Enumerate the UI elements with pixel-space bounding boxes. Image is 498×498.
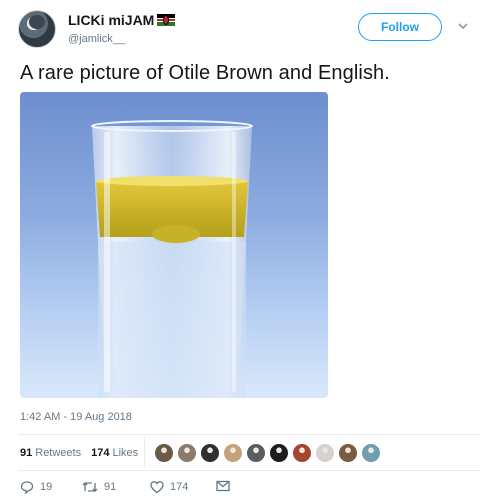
liker-avatar[interactable] [338, 443, 358, 463]
liker-avatar[interactable] [315, 443, 335, 463]
liker-avatar[interactable] [361, 443, 381, 463]
liker-avatar[interactable] [177, 443, 197, 463]
tweet-timestamp[interactable]: 1:42 AM - 19 Aug 2018 [20, 411, 132, 423]
liker-avatar[interactable] [223, 443, 243, 463]
user-avatar[interactable] [18, 10, 56, 48]
liker-avatar[interactable] [200, 443, 220, 463]
retweet-button[interactable]: 91 [82, 480, 116, 494]
liker-avatar[interactable] [292, 443, 312, 463]
retweet-count: 91 [104, 481, 117, 493]
like-button[interactable]: 174 [150, 480, 188, 494]
follow-button[interactable]: Follow [358, 13, 442, 41]
tweet-text: A rare picture of Otile Brown and Englis… [20, 62, 390, 84]
tweet-actions: 19 91 174 [20, 480, 320, 498]
user-handle[interactable]: @jamlick__ [68, 33, 175, 45]
retweets-stat[interactable]: 91 Retweets [20, 447, 81, 459]
liker-avatar[interactable] [154, 443, 174, 463]
display-name[interactable]: LICKi miJAM [68, 12, 154, 28]
divider [18, 434, 480, 435]
direct-message-button[interactable] [216, 480, 236, 492]
likers-avatars [154, 443, 384, 463]
reply-count: 19 [40, 481, 53, 493]
chevron-down-icon[interactable] [456, 20, 470, 34]
likes-stat[interactable]: 174 Likes [91, 447, 138, 459]
liker-avatar[interactable] [246, 443, 266, 463]
tweet-stats: 91 Retweets 174 Likes [20, 442, 148, 464]
kenya-flag-icon [157, 14, 176, 26]
envelope-icon [216, 480, 230, 492]
reply-icon [20, 481, 34, 494]
like-count: 174 [170, 481, 189, 493]
retweet-icon [82, 482, 98, 492]
divider [144, 436, 145, 468]
heart-icon [150, 481, 164, 494]
user-info[interactable]: LICKi miJAM @jamlick__ [68, 12, 176, 45]
divider [18, 470, 480, 471]
liker-avatar[interactable] [269, 443, 289, 463]
tweet-header: LICKi miJAM @jamlick__ Follow [18, 10, 480, 50]
reply-button[interactable]: 19 [20, 480, 52, 494]
tweet-image[interactable] [20, 92, 328, 398]
